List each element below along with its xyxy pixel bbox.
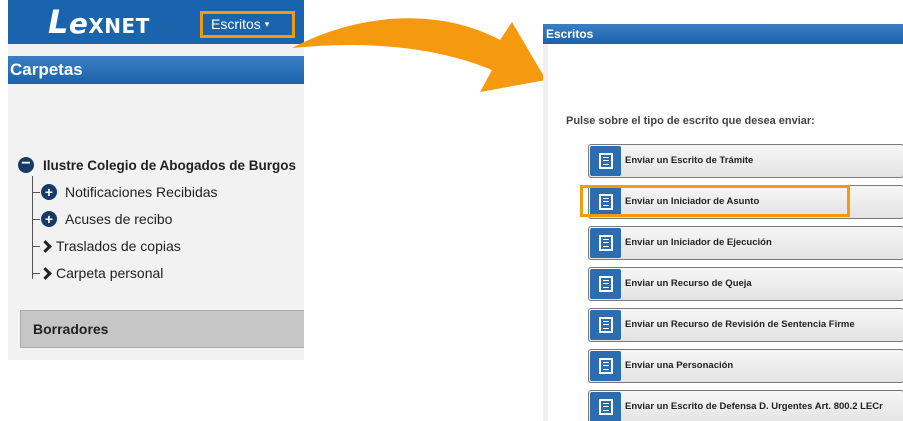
enviar-recurso-queja-button[interactable]: Enviar un Recurso de Queja bbox=[588, 267, 903, 301]
button-label: Enviar un Iniciador de Ejecución bbox=[625, 237, 772, 248]
tree-item-label: Notificaciones Recibidas bbox=[65, 184, 218, 200]
right-panel: Escritos Pulse sobre el tipo de escrito … bbox=[543, 0, 903, 421]
escritos-menu-button[interactable]: Escritos ▾ bbox=[200, 11, 295, 38]
carpetas-header: Carpetas bbox=[8, 56, 304, 84]
tree-connector bbox=[32, 191, 40, 193]
borradores-section[interactable]: Borradores bbox=[20, 310, 304, 348]
document-icon bbox=[590, 269, 621, 299]
button-label: Enviar un Recurso de Queja bbox=[625, 278, 752, 289]
enviar-escrito-tramite-button[interactable]: Enviar un Escrito de Trámite bbox=[588, 144, 903, 178]
tree-root-label: Ilustre Colegio de Abogados de Burgos bbox=[43, 157, 297, 173]
button-label: Enviar un Recurso de Revisión de Sentenc… bbox=[625, 319, 855, 330]
enviar-personacion-button[interactable]: Enviar una Personación bbox=[588, 349, 903, 383]
document-icon bbox=[590, 310, 621, 340]
chevron-right-icon bbox=[39, 239, 52, 253]
tree-item-notificaciones[interactable]: + Notificaciones Recibidas bbox=[32, 181, 218, 203]
left-panel: LeXNET Escritos ▾ Carpetas − Ilustre Cole… bbox=[8, 0, 304, 360]
lexnet-logo[interactable]: LeXNET bbox=[48, 4, 150, 46]
button-label: Enviar un Escrito de Defensa D. Urgentes… bbox=[625, 401, 883, 412]
tree-item-label: Carpeta personal bbox=[56, 265, 164, 281]
tree-item-label: Traslados de copias bbox=[56, 238, 181, 254]
tree-root-colegio[interactable]: − Ilustre Colegio de Abogados de Burgos bbox=[18, 156, 296, 174]
tree-item-carpeta-personal[interactable]: Carpeta personal bbox=[32, 262, 163, 284]
tree-item-label: Acuses de recibo bbox=[65, 211, 173, 227]
collapse-minus-icon[interactable]: − bbox=[18, 156, 34, 173]
button-label: Enviar una Personación bbox=[625, 360, 734, 371]
escritos-header: Escritos bbox=[543, 24, 903, 44]
tree-item-acuses[interactable]: + Acuses de recibo bbox=[32, 208, 172, 230]
chevron-right-icon bbox=[39, 266, 52, 280]
button-label: Enviar un Iniciador de Asunto bbox=[625, 196, 760, 207]
top-navigation-bar: LeXNET Escritos ▾ bbox=[8, 0, 304, 44]
plus-circle-icon[interactable]: + bbox=[41, 211, 57, 227]
button-label: Enviar un Escrito de Trámite bbox=[625, 155, 754, 166]
enviar-escrito-defensa-button[interactable]: Enviar un Escrito de Defensa D. Urgentes… bbox=[588, 390, 903, 421]
logo-letter-e: e bbox=[68, 7, 89, 40]
orange-arrow-annotation bbox=[292, 18, 546, 92]
logo-text-xnet: XNET bbox=[88, 14, 150, 38]
document-icon bbox=[590, 392, 621, 421]
document-icon bbox=[590, 228, 621, 258]
enviar-recurso-revision-button[interactable]: Enviar un Recurso de Revisión de Sentenc… bbox=[588, 308, 903, 342]
instruction-text: Pulse sobre el tipo de escrito que desea… bbox=[566, 115, 815, 127]
document-icon bbox=[590, 187, 621, 217]
document-icon bbox=[590, 351, 621, 381]
document-icon bbox=[590, 146, 621, 176]
left-edge-strip bbox=[543, 44, 548, 421]
caret-down-icon: ▾ bbox=[264, 19, 270, 29]
enviar-iniciador-asunto-button[interactable]: Enviar un Iniciador de Asunto bbox=[588, 185, 903, 219]
escritos-menu-label: Escritos bbox=[211, 16, 261, 32]
logo-letter-l: L bbox=[48, 3, 69, 41]
tree-connector bbox=[32, 218, 40, 220]
enviar-iniciador-ejecucion-button[interactable]: Enviar un Iniciador de Ejecución bbox=[588, 226, 903, 260]
plus-circle-icon[interactable]: + bbox=[41, 184, 57, 200]
tree-item-traslados[interactable]: Traslados de copias bbox=[32, 235, 181, 257]
